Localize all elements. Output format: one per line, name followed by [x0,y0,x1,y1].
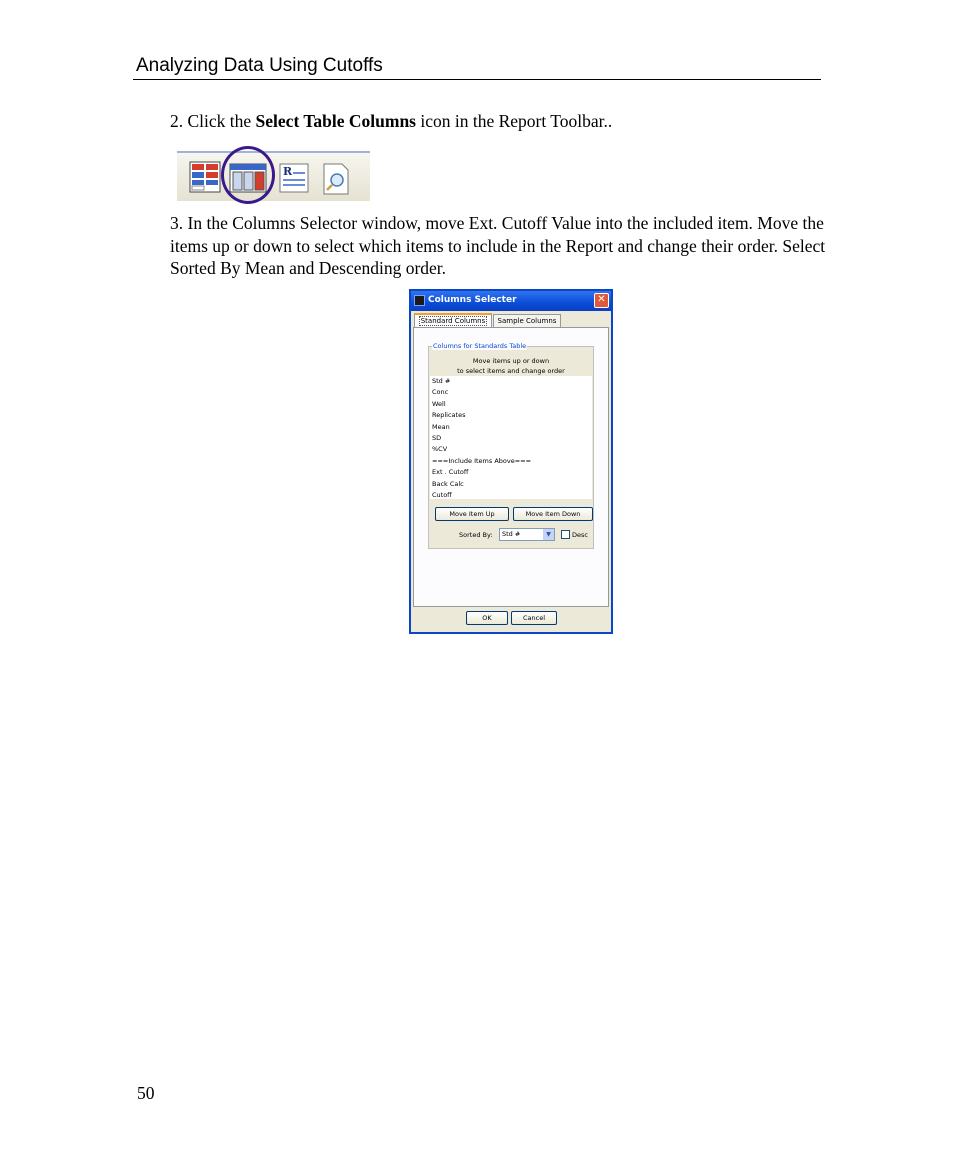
desc-checkbox[interactable] [561,530,570,539]
svg-text:R: R [283,165,293,178]
list-item[interactable]: Ext . Cutoff [430,467,592,478]
running-header: Analyzing Data Using Cutoffs [136,55,383,76]
columns-group: Columns for Standards Table Move items u… [428,342,594,549]
cancel-button[interactable]: Cancel [511,611,557,625]
list-item[interactable]: ===Include Items Above=== [430,456,592,467]
sorted-by-label: Sorted By: [459,531,493,539]
list-item[interactable]: Mean [430,422,592,433]
table-grid-icon [189,161,221,193]
list-item[interactable]: %CV [430,444,592,455]
sorted-by-select[interactable]: Std # ▼ [499,528,555,541]
columns-list[interactable]: Std # Conc Well Replicates Mean SD %CV =… [430,376,592,499]
tab-panel: Columns for Standards Table Move items u… [413,327,609,607]
tab-sample-columns[interactable]: Sample Columns [493,314,561,328]
app-icon [414,295,425,306]
group-title: Columns for Standards Table [432,342,528,350]
close-button[interactable]: ✕ [594,293,609,308]
ok-button[interactable]: OK [466,611,508,625]
page-number: 50 [137,1083,155,1103]
list-item[interactable]: Well [430,399,592,410]
instructions: Move items up or down to select items an… [457,357,565,375]
move-item-down-button[interactable]: Move Item Down [513,507,593,521]
list-item[interactable]: Cutoff [430,490,592,501]
header-rule [133,79,821,80]
dialog-title: Columns Selecter [428,295,517,305]
list-item[interactable]: Conc [430,387,592,398]
chevron-down-icon[interactable]: ▼ [543,529,554,540]
list-item[interactable]: Back Calc [430,479,592,490]
close-icon: ✕ [597,294,606,305]
list-item[interactable]: Std # [430,376,592,387]
columns-selector-dialog: Columns Selecter ✕ Standard Columns Samp… [409,289,613,634]
dialog-titlebar[interactable]: Columns Selecter ✕ [411,291,611,311]
desc-label: Desc [572,531,588,539]
move-item-up-button[interactable]: Move Item Up [435,507,509,521]
print-preview-icon [323,163,349,195]
tab-standard-columns[interactable]: Standard Columns [414,313,492,328]
highlight-circle [221,146,275,204]
step-2-text: 2. Click the Select Table Columns icon i… [170,111,613,131]
list-item[interactable]: Replicates [430,410,592,421]
report-icon: R [279,163,309,193]
step-3-text: 3. In the Columns Selector window, move … [170,213,826,278]
list-item[interactable]: SD [430,433,592,444]
